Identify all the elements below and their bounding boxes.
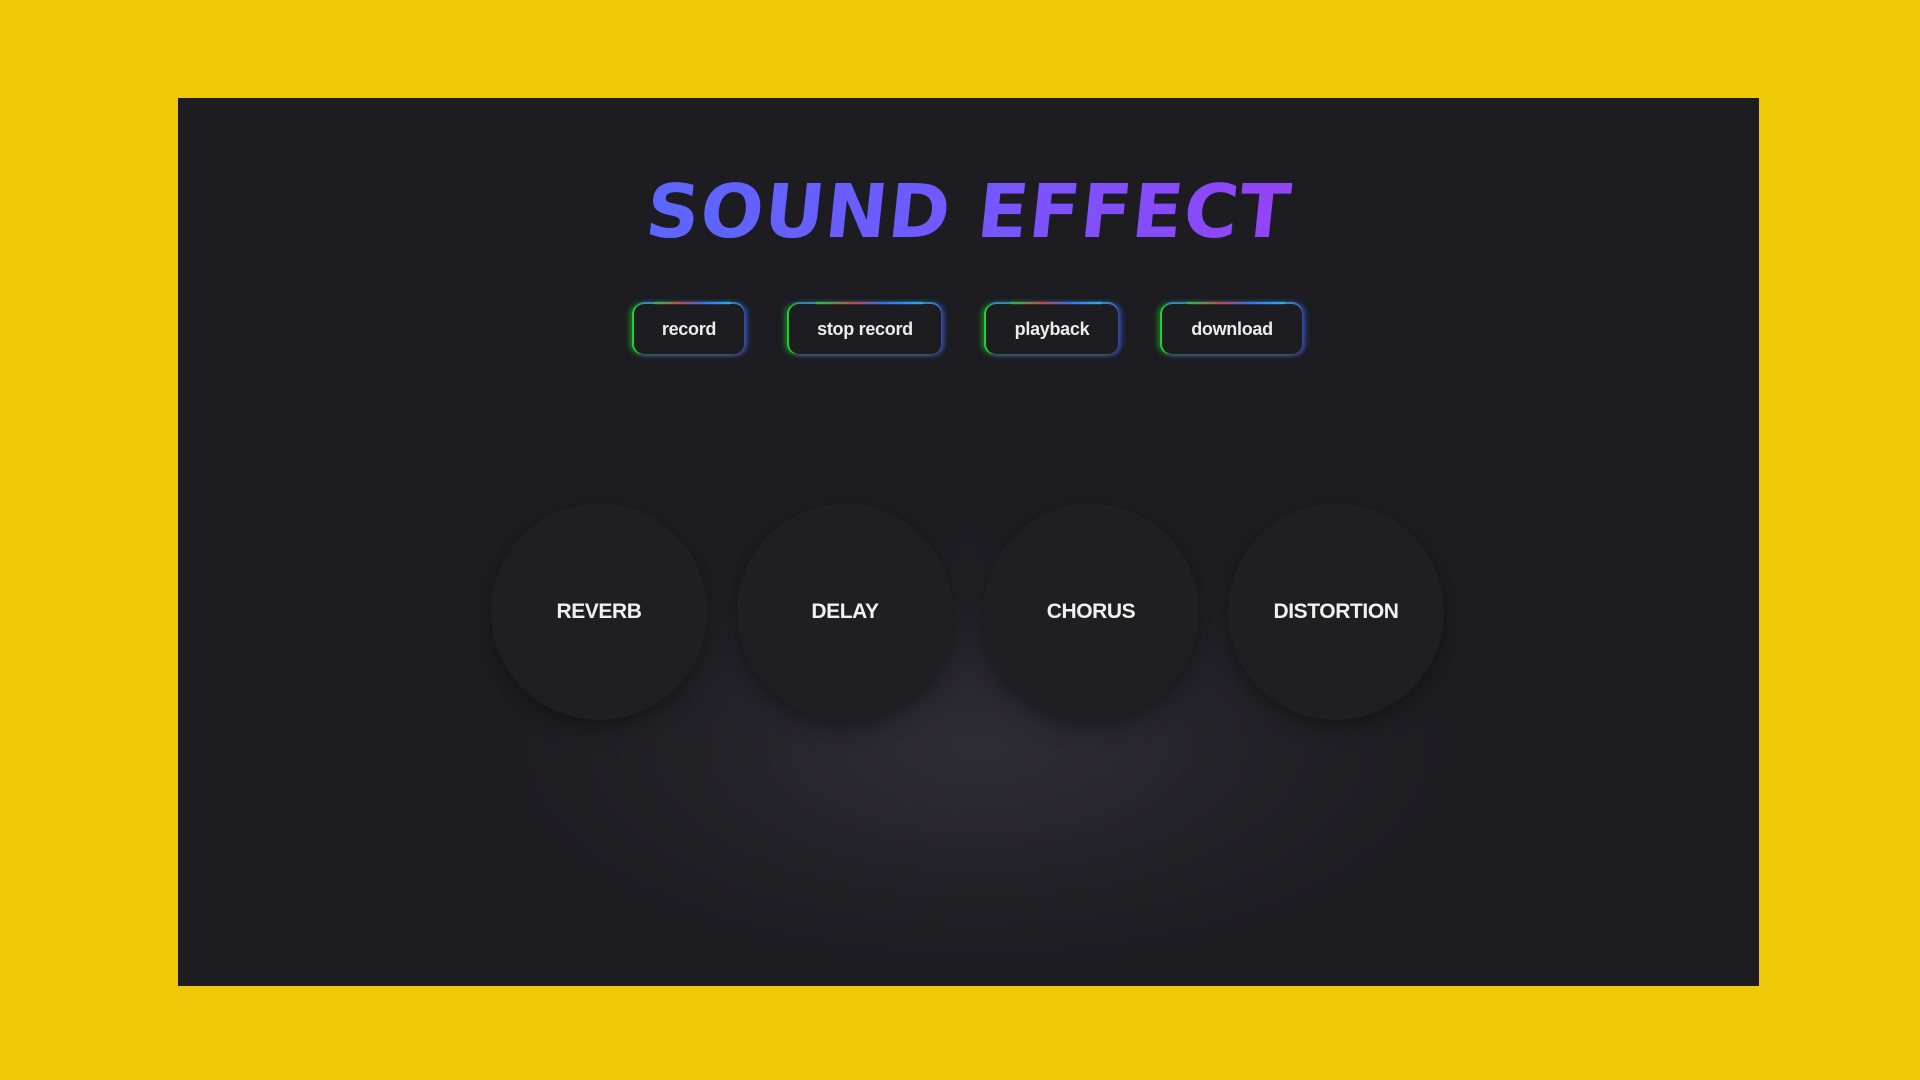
recording-controls: record stop record playback download: [178, 304, 1759, 356]
effects-row: REVERB DELAY CHORUS DISTORTION: [178, 504, 1759, 720]
page-title: SOUND EFFECT: [178, 168, 1759, 257]
chorus-effect-button[interactable]: CHORUS: [983, 504, 1199, 720]
distortion-effect-button[interactable]: DISTORTION: [1228, 504, 1444, 720]
delay-effect-button[interactable]: DELAY: [737, 504, 953, 720]
reverb-effect-button[interactable]: REVERB: [491, 504, 707, 720]
download-button[interactable]: download: [1162, 304, 1302, 354]
app-panel: SOUND EFFECT record stop record playback…: [178, 98, 1759, 986]
record-button[interactable]: record: [634, 304, 744, 354]
stop-record-button[interactable]: stop record: [789, 304, 941, 354]
playback-button[interactable]: playback: [986, 304, 1118, 354]
